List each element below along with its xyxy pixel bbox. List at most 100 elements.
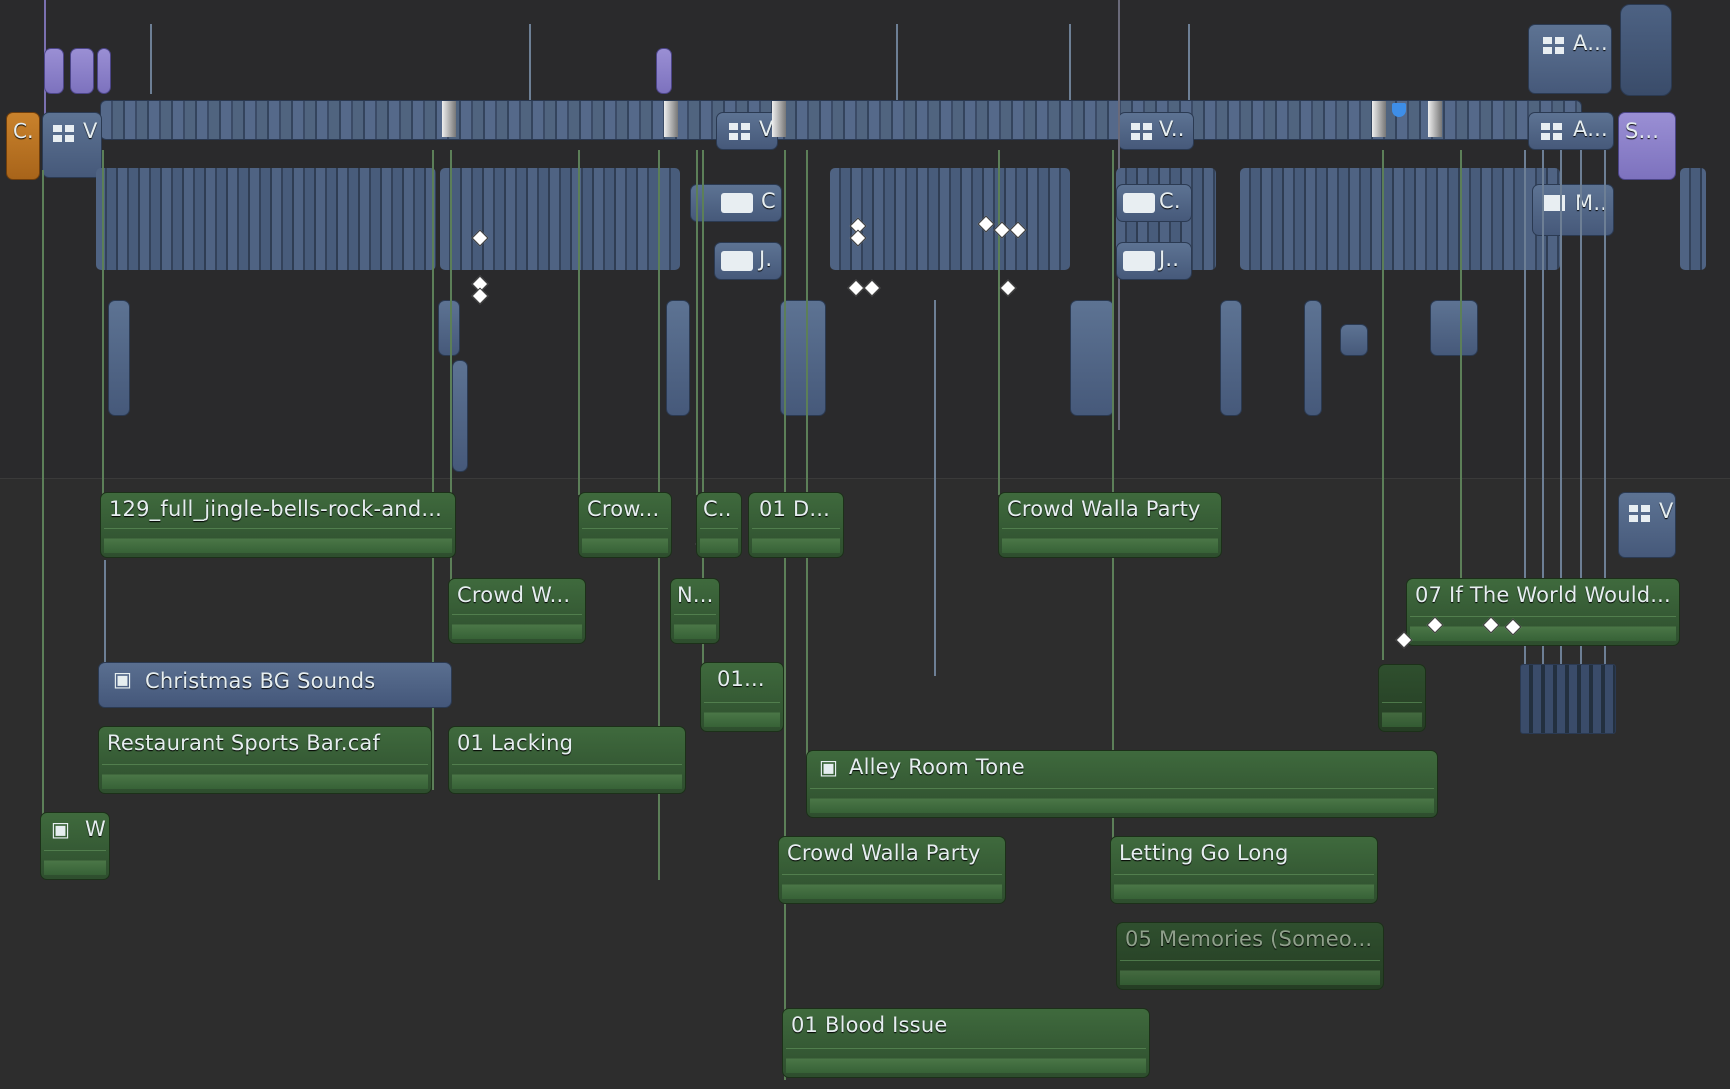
title-clip[interactable]: S... bbox=[1618, 112, 1676, 180]
orange-clip[interactable]: C. bbox=[6, 112, 40, 180]
title-icon bbox=[1131, 123, 1153, 141]
video-clip[interactable] bbox=[1304, 300, 1322, 416]
marker-icon[interactable] bbox=[1392, 103, 1406, 117]
primary-storyline[interactable] bbox=[100, 100, 1582, 140]
video-clip[interactable]: V.. bbox=[1118, 112, 1194, 150]
video-clip[interactable] bbox=[1340, 324, 1368, 356]
attached-audio[interactable] bbox=[1680, 168, 1706, 270]
audio-clip-letting-go-long[interactable]: Letting Go Long bbox=[1110, 836, 1378, 904]
audio-clip[interactable] bbox=[1378, 664, 1426, 732]
video-clip[interactable] bbox=[666, 300, 690, 416]
audio-clip-crowd[interactable]: Crow... bbox=[578, 492, 672, 558]
compound-clip-alley-room-tone[interactable]: ▣ Alley Room Tone bbox=[806, 750, 1438, 818]
speaker-icon bbox=[1123, 251, 1155, 271]
speaker-icon bbox=[1123, 193, 1155, 213]
clip-label: Restaurant Sports Bar.caf bbox=[107, 731, 381, 755]
video-clip-m[interactable]: M.. bbox=[1532, 184, 1614, 236]
video-clip[interactable] bbox=[1070, 300, 1114, 416]
audio-clip-01-lacking[interactable]: 01 Lacking bbox=[448, 726, 686, 794]
waveform bbox=[810, 788, 1434, 813]
compound-clip-icon: ▣ bbox=[819, 755, 838, 779]
stacked-audio[interactable] bbox=[1520, 664, 1616, 734]
video-clip[interactable] bbox=[780, 300, 826, 416]
clip-label: S... bbox=[1625, 119, 1660, 143]
connection-line bbox=[806, 150, 808, 760]
speaker-icon bbox=[721, 193, 753, 213]
video-clip[interactable]: V bbox=[1618, 492, 1676, 558]
waveform bbox=[1002, 528, 1218, 553]
attached-audio[interactable] bbox=[96, 168, 436, 270]
speaker-icon bbox=[721, 251, 753, 271]
video-clip[interactable] bbox=[108, 300, 130, 416]
video-clip[interactable]: V bbox=[716, 112, 778, 150]
audio-clip-07-if-the-world[interactable]: 07 If The World Would... bbox=[1406, 578, 1680, 646]
title-clip[interactable] bbox=[97, 48, 111, 94]
selected-clip[interactable] bbox=[1620, 4, 1672, 96]
clip-label: Crowd Walla Party bbox=[787, 841, 981, 865]
compound-clip-christmas-bg-sounds[interactable]: ▣ Christmas BG Sounds bbox=[98, 662, 452, 708]
waveform bbox=[752, 528, 840, 553]
waveform bbox=[104, 528, 452, 553]
clip-label: Letting Go Long bbox=[1119, 841, 1289, 865]
connection-line bbox=[150, 24, 152, 94]
transition[interactable] bbox=[664, 101, 678, 137]
clip-label: V.. bbox=[1159, 117, 1185, 141]
audio-clip-crowd-walla-party[interactable]: Crowd Walla Party bbox=[778, 836, 1006, 904]
audio-clip-c[interactable]: C.. bbox=[696, 492, 742, 558]
audio-clip-jingle-bells[interactable]: 129_full_jingle-bells-rock-and... bbox=[100, 492, 456, 558]
waveform bbox=[452, 614, 582, 639]
audio-clip-05-memories[interactable]: 05 Memories (Someo... bbox=[1116, 922, 1384, 990]
transition[interactable] bbox=[772, 101, 786, 137]
audio-clip-restaurant[interactable]: Restaurant Sports Bar.caf bbox=[98, 726, 432, 794]
clip-label: J.. bbox=[1159, 247, 1180, 271]
waveform bbox=[102, 764, 428, 789]
clip-label: C. bbox=[13, 119, 34, 143]
clip-label: 01 Lacking bbox=[457, 731, 574, 755]
connection-line bbox=[696, 150, 698, 495]
transition[interactable] bbox=[1372, 101, 1386, 137]
waveform bbox=[704, 702, 780, 727]
waveform bbox=[786, 1048, 1146, 1073]
title-clip[interactable] bbox=[656, 48, 672, 94]
clip-label: 129_full_jingle-bells-rock-and... bbox=[109, 497, 442, 521]
audio-clip-j[interactable]: J.. bbox=[1116, 242, 1192, 280]
audio-clip-01[interactable]: 01... bbox=[700, 662, 784, 732]
clip-label: V bbox=[1659, 499, 1674, 523]
clip-label: A... bbox=[1573, 31, 1608, 55]
title-clip[interactable] bbox=[70, 48, 94, 94]
transition[interactable] bbox=[442, 101, 456, 137]
compound-clip-w[interactable]: ▣ W bbox=[40, 812, 110, 880]
video-clip[interactable] bbox=[438, 300, 460, 356]
video-clip[interactable] bbox=[1220, 300, 1242, 416]
audio-clip-01d[interactable]: 01 D... bbox=[748, 492, 844, 558]
connection-line bbox=[42, 170, 44, 820]
audio-clip-j[interactable]: J. bbox=[714, 242, 782, 280]
attached-audio[interactable] bbox=[830, 168, 1070, 270]
clip-label: Alley Room Tone bbox=[849, 755, 1025, 779]
waveform bbox=[1410, 616, 1676, 641]
audio-clip-n[interactable]: N... bbox=[670, 578, 720, 644]
clip-label: C bbox=[761, 189, 776, 213]
audio-clip-crowd-w[interactable]: Crowd W... bbox=[448, 578, 586, 644]
title-icon bbox=[1541, 123, 1563, 141]
clip-label: A... bbox=[1573, 117, 1608, 141]
audio-clip-crowd-walla[interactable]: Crowd Walla Party bbox=[998, 492, 1222, 558]
audio-clip-c[interactable]: C. bbox=[1116, 184, 1192, 222]
clip-label: 01 Blood Issue bbox=[791, 1013, 948, 1037]
title-clip[interactable] bbox=[44, 48, 64, 94]
attached-audio[interactable] bbox=[440, 168, 680, 270]
video-clip[interactable]: A... bbox=[1528, 112, 1614, 150]
attached-audio[interactable] bbox=[1240, 168, 1560, 270]
waveform bbox=[782, 874, 1002, 899]
title-clip-a[interactable]: A... bbox=[1528, 24, 1612, 94]
video-clip[interactable] bbox=[452, 360, 468, 472]
transition[interactable] bbox=[1428, 101, 1442, 137]
compound-clip-icon: ▣ bbox=[113, 667, 132, 691]
clip-label: V bbox=[83, 119, 98, 143]
waveform bbox=[1382, 702, 1422, 727]
connection-line bbox=[784, 150, 786, 1080]
clip-label: C.. bbox=[703, 497, 732, 521]
video-clip[interactable] bbox=[1430, 300, 1478, 356]
audio-clip-01-blood-issue[interactable]: 01 Blood Issue bbox=[782, 1008, 1150, 1078]
video-clip[interactable]: V bbox=[42, 112, 102, 178]
